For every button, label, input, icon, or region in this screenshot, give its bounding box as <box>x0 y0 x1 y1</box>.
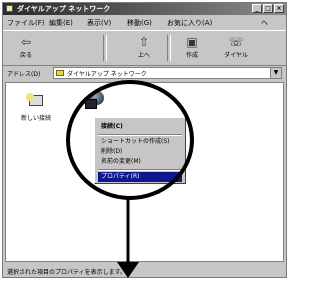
menu-go[interactable]: 移動(G) <box>127 18 152 28</box>
toolbar-separator <box>103 35 107 61</box>
menu-separator <box>98 134 182 136</box>
dial-icon: ☏ <box>228 35 244 49</box>
new-connection-label: 新しい接続 <box>20 115 51 122</box>
context-item-create-shortcut[interactable]: ショートカットの作成(S) <box>98 137 182 147</box>
new-connection-item[interactable]: 新しい接続 <box>12 93 60 122</box>
title-bar[interactable]: ダイヤルアップ ネットワーク _ □ × <box>3 3 286 15</box>
back-arrow-icon: ⇦ <box>20 35 32 49</box>
menu-edit[interactable]: 編集(E) <box>49 18 73 28</box>
address-field[interactable]: ダイヤルアップ ネットワーク ▼ <box>53 67 282 79</box>
window-controls: _ □ × <box>251 4 284 13</box>
menu-bar: ファイル(F) 編集(E) 表示(V) 移動(G) お気に入り(A) ヘ <box>3 16 286 29</box>
minimize-button[interactable]: _ <box>252 4 262 13</box>
status-text: 選択された項目のプロパティを表示します。 <box>7 269 127 276</box>
dialup-connection-icon <box>85 91 107 111</box>
dial-button[interactable]: ☏ ダイヤル <box>219 33 253 63</box>
up-button-label: 上へ <box>137 52 150 59</box>
close-button[interactable]: × <box>274 4 284 13</box>
status-bar: 選択された項目のプロパティを表示します。 <box>3 264 286 277</box>
context-item-connect[interactable]: 接続(C) <box>98 122 182 132</box>
back-button[interactable]: ⇦ 戻る <box>9 33 43 63</box>
toolbar-separator <box>167 35 171 61</box>
menu-view[interactable]: 表示(V) <box>87 18 111 28</box>
menu-favorites[interactable]: お気に入り(A) <box>167 18 212 28</box>
maximize-button[interactable]: □ <box>263 4 273 13</box>
address-value: ダイヤルアップ ネットワーク <box>67 71 147 78</box>
menu-separator <box>98 169 182 171</box>
menu-file[interactable]: ファイル(F) <box>7 18 45 28</box>
context-item-delete[interactable]: 削除(D) <box>98 147 182 157</box>
chevron-down-icon[interactable]: ▼ <box>270 68 281 78</box>
folder-icon <box>6 5 13 12</box>
create-icon: ▣ <box>186 35 198 49</box>
up-folder-icon: ⇧ <box>138 35 150 49</box>
create-button-label: 作成 <box>185 52 198 59</box>
up-button[interactable]: ⇧ 上へ <box>127 33 161 63</box>
back-button-label: 戻る <box>19 52 32 59</box>
context-menu: 接続(C) ショートカットの作成(S) 削除(D) 名前の変更(M) プロパティ… <box>94 117 186 184</box>
create-button[interactable]: ▣ 作成 <box>175 33 209 63</box>
dialup-connection-item[interactable] <box>82 91 110 111</box>
context-item-rename[interactable]: 名前の変更(M) <box>98 157 182 167</box>
address-label: アドレス(D) <box>7 71 41 78</box>
dial-button-label: ダイヤル <box>224 52 248 59</box>
new-connection-icon <box>26 93 46 111</box>
window-title: ダイヤルアップ ネットワーク <box>17 5 111 13</box>
menu-help[interactable]: ヘ <box>261 18 268 28</box>
address-bar: アドレス(D) ダイヤルアップ ネットワーク ▼ <box>3 66 286 80</box>
folder-icon <box>56 70 64 76</box>
toolbar: ⇦ 戻る ⇧ 上へ ▣ 作成 ☏ ダイヤル <box>3 30 286 66</box>
context-item-properties[interactable]: プロパティ(R) <box>98 172 182 182</box>
